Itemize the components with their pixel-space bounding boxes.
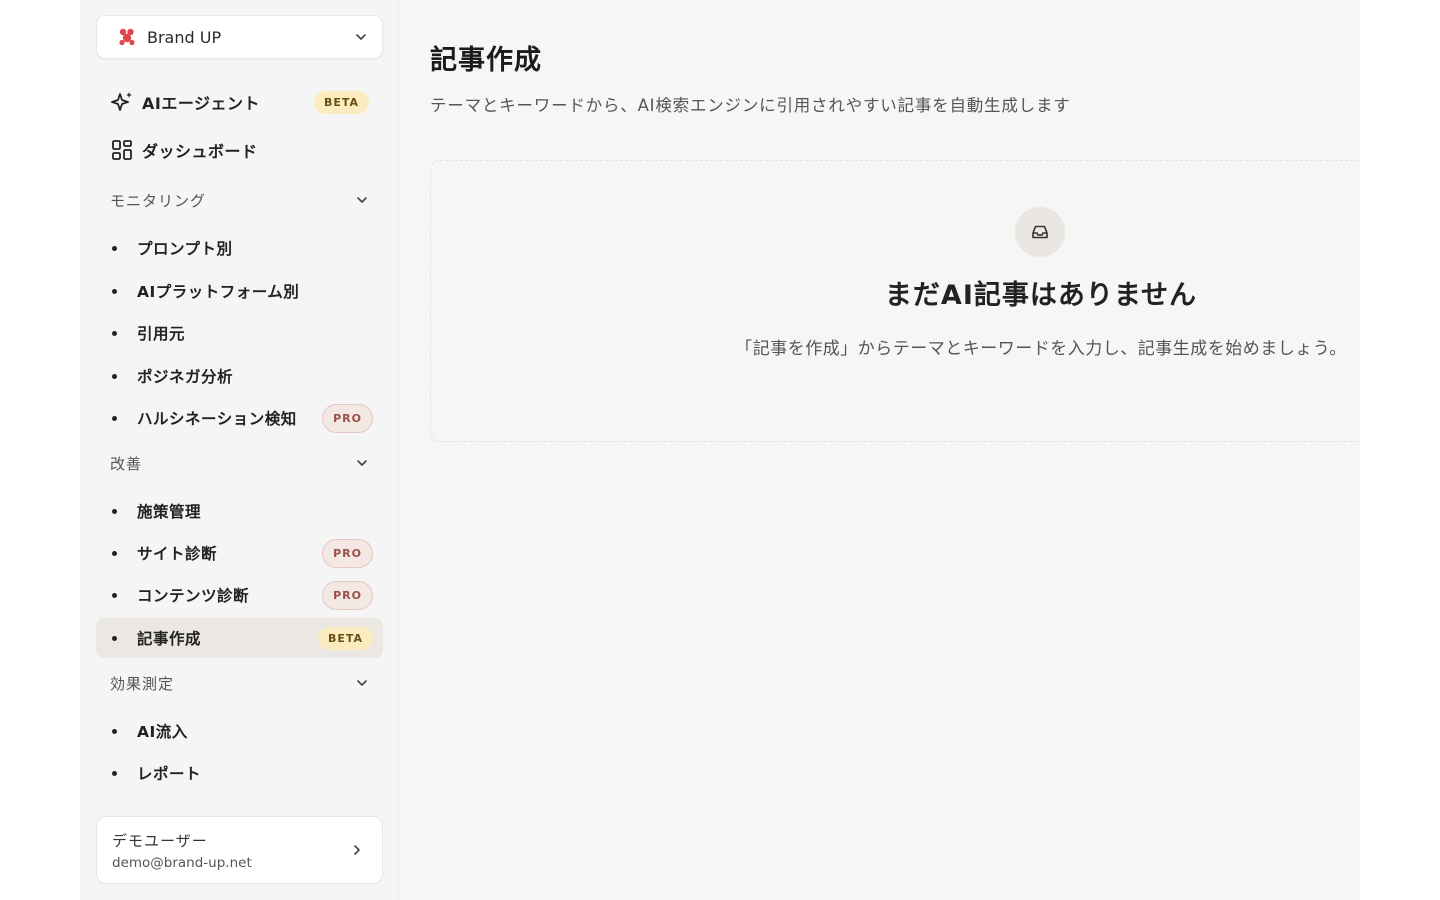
pro-badge: PRO (322, 580, 373, 610)
sidebar-item-label: レポート (137, 765, 202, 783)
bullet (112, 288, 117, 294)
sidebar-item-sentiment[interactable]: ポジネガ分析 (96, 356, 383, 396)
sidebar-item-label: コンテンツ診断 (137, 587, 250, 605)
bullet (112, 635, 117, 641)
section-measurement[interactable]: 効果測定 (96, 665, 383, 701)
inbox-icon (1015, 207, 1065, 257)
nav-ai-agent[interactable]: AIエージェント BETA (96, 82, 383, 122)
sparkles-icon (111, 92, 132, 111)
sidebar-item-label: AIプラットフォーム別 (137, 283, 300, 301)
sidebar-item-label: サイト診断 (137, 545, 218, 563)
sidebar-item-prompt[interactable]: プロンプト別 (96, 228, 383, 268)
sidebar-item-citation-source[interactable]: 引用元 (96, 313, 383, 353)
chevron-down-icon (357, 460, 367, 466)
bullet (112, 373, 117, 379)
bullet (112, 245, 117, 251)
section-monitoring-label: モニタリング (110, 191, 207, 210)
nav-dashboard[interactable]: ダッシュボード (96, 130, 383, 170)
pro-badge: PRO (322, 403, 373, 433)
empty-state-description: 「記事を作成」からテーマとキーワードを入力し、記事生成を始めましょう。 (735, 339, 1347, 359)
bullet (112, 770, 117, 776)
sidebar-item-ai-traffic[interactable]: AI流入 (96, 711, 383, 751)
chevron-right-icon (354, 845, 360, 855)
empty-state-title: まだAI記事はありません (884, 280, 1198, 311)
page-subtitle: テーマとキーワードから、AI検索エンジンに引用されやすい記事を自動生成します (430, 96, 1071, 115)
user-info: デモユーザー demo@brand-up.net (112, 830, 350, 871)
main-content: 記事作成 テーマとキーワードから、AI検索エンジンに引用されやすい記事を自動生成… (400, 0, 1360, 900)
sidebar-item-article-creation[interactable]: 記事作成 BETA (96, 618, 383, 658)
sidebar-item-label: 記事作成 (137, 630, 202, 648)
bullet (112, 508, 117, 514)
nav-ai-agent-label: AIエージェント (142, 94, 261, 113)
bullet (112, 330, 117, 336)
section-measurement-label: 効果測定 (110, 674, 175, 693)
chevron-down-icon (357, 197, 367, 203)
sidebar-item-report[interactable]: レポート (96, 753, 383, 793)
page-title: 記事作成 (430, 45, 542, 76)
sidebar-item-content-diagnosis[interactable]: コンテンツ診断 PRO (96, 575, 383, 615)
pro-badge: PRO (322, 538, 373, 568)
bullet (112, 550, 117, 556)
sidebar-item-label: ハルシネーション検知 (137, 410, 297, 428)
sidebar-item-hallucination[interactable]: ハルシネーション検知 PRO (96, 398, 383, 438)
bullet (112, 592, 117, 598)
chevron-down-icon (356, 34, 366, 40)
bullet (112, 415, 117, 421)
sidebar-item-label: AI流入 (137, 723, 188, 741)
user-account-menu[interactable]: デモユーザー demo@brand-up.net (96, 816, 383, 884)
sidebar-item-site-diagnosis[interactable]: サイト診断 PRO (96, 533, 383, 573)
user-name: デモユーザー (112, 831, 208, 850)
sidebar: Brand UP AIエージェント BETA ダッシュボード モニタリング プロ… (80, 0, 399, 900)
beta-badge: BETA (317, 626, 373, 650)
sidebar-item-label: ポジネガ分析 (137, 368, 234, 386)
section-improvement-label: 改善 (110, 454, 143, 473)
brand-logo-icon (119, 28, 135, 46)
brand-switcher[interactable]: Brand UP (96, 15, 383, 59)
empty-state: まだAI記事はありません 「記事を作成」からテーマとキーワードを入力し、記事生成… (430, 160, 1360, 442)
section-monitoring[interactable]: モニタリング (96, 182, 383, 218)
sidebar-item-label: 引用元 (137, 325, 186, 343)
sidebar-item-initiatives[interactable]: 施策管理 (96, 491, 383, 531)
chevron-down-icon (357, 680, 367, 686)
nav-dashboard-label: ダッシュボード (142, 142, 258, 161)
app-frame: Brand UP AIエージェント BETA ダッシュボード モニタリング プロ… (80, 0, 1360, 900)
grid-icon (112, 140, 132, 160)
user-email: demo@brand-up.net (112, 854, 252, 871)
section-improvement[interactable]: 改善 (96, 445, 383, 481)
sidebar-item-label: 施策管理 (137, 503, 202, 521)
sidebar-item-label: プロンプト別 (137, 240, 233, 258)
beta-badge: BETA (313, 90, 369, 114)
brand-name: Brand UP (147, 27, 222, 47)
sidebar-item-ai-platform[interactable]: AIプラットフォーム別 (96, 271, 383, 311)
bullet (112, 728, 117, 734)
